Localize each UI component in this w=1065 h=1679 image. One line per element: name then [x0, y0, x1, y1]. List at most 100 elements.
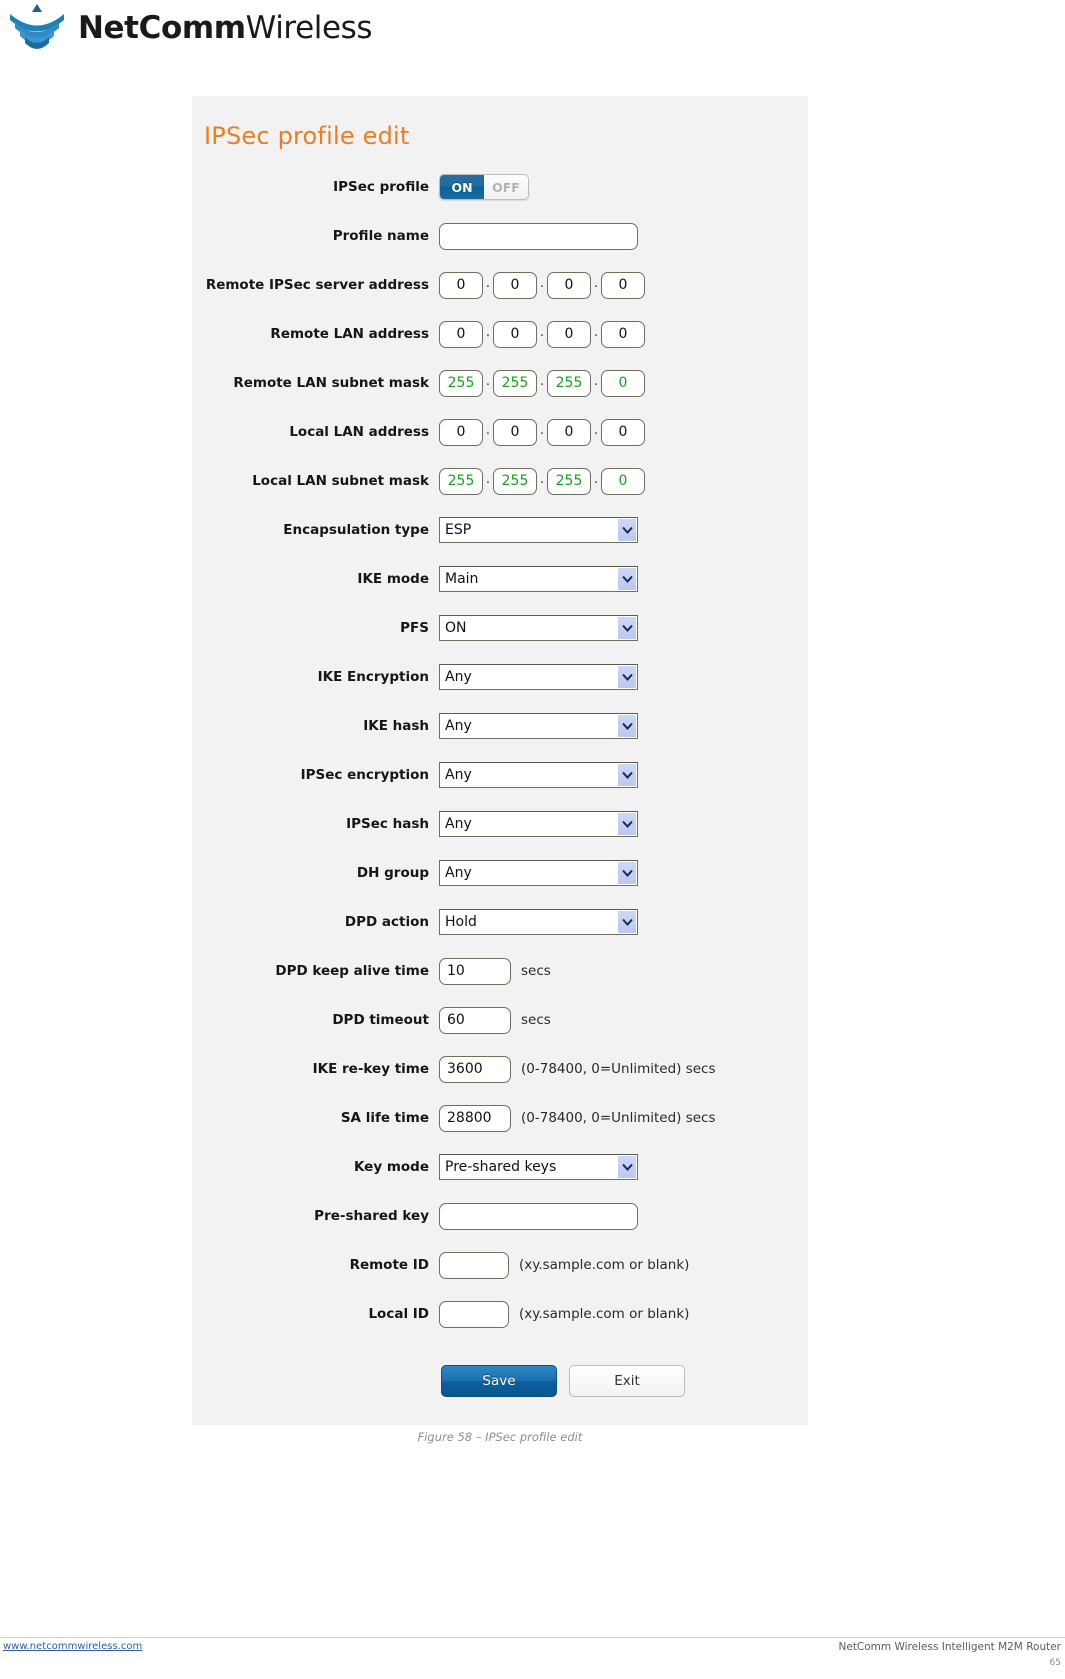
chevron-down-icon[interactable] [618, 911, 636, 933]
figure-caption: Figure 58 – IPSec profile edit [417, 1430, 583, 1444]
row-ipsec-encryption: IPSec encryption Any [192, 760, 808, 790]
octet-input[interactable]: 0 [547, 320, 591, 348]
octet-input[interactable]: 0 [493, 418, 537, 446]
octet-input[interactable]: 255 [493, 369, 537, 397]
octet-separator: . [539, 325, 545, 340]
octet-separator: . [593, 276, 599, 291]
field-dpd-timeout: secs [439, 1006, 551, 1034]
label-local-id: Local ID [368, 1305, 429, 1322]
form-actions: Save Exit [192, 1365, 808, 1397]
ike-hash-select[interactable]: Any [439, 713, 638, 739]
label-sa-life-time: SA life time [340, 1109, 429, 1126]
ipsec-encryption-select[interactable]: Any [439, 762, 638, 788]
key-mode-select[interactable]: Pre-shared keys [439, 1154, 638, 1180]
label-remote-lan-subnet-mask: Remote LAN subnet mask [233, 374, 429, 391]
field-ipsec-profile: ON OFF [439, 174, 529, 200]
octet-input[interactable]: 0 [601, 271, 645, 299]
row-remote-ipsec-server-address: Remote IPSec server address 0 . 0 . 0 . … [192, 270, 808, 300]
footer-divider [0, 1637, 1065, 1638]
octet-separator: . [539, 374, 545, 389]
octet-input[interactable]: 255 [439, 369, 483, 397]
octet-separator: . [485, 276, 491, 291]
chevron-down-icon[interactable] [618, 519, 636, 541]
octet-input[interactable]: 0 [547, 271, 591, 299]
octet-input[interactable]: 255 [439, 467, 483, 495]
octet-input[interactable]: 0 [439, 320, 483, 348]
row-ike-encryption: IKE Encryption Any [192, 662, 808, 692]
toggle-off-segment[interactable]: OFF [484, 175, 528, 199]
field-dpd-action: Hold [439, 909, 638, 935]
exit-button[interactable]: Exit [569, 1365, 685, 1397]
field-remote-lan-subnet-mask: 255 . 255 . 255 . 0 [439, 369, 645, 397]
sa-life-time-input[interactable] [439, 1104, 511, 1132]
ipsec-profile-toggle[interactable]: ON OFF [439, 174, 529, 200]
save-button[interactable]: Save [441, 1365, 557, 1397]
chevron-down-icon[interactable] [618, 666, 636, 688]
dpd-keep-alive-time-input[interactable] [439, 957, 511, 985]
field-local-lan-subnet-mask: 255 . 255 . 255 . 0 [439, 467, 645, 495]
octet-input[interactable]: 255 [547, 467, 591, 495]
dpd-timeout-input[interactable] [439, 1006, 511, 1034]
local-id-suffix: (xy.sample.com or blank) [519, 1306, 690, 1322]
field-pfs: ON [439, 615, 638, 641]
chevron-down-icon[interactable] [618, 813, 636, 835]
octet-input[interactable]: 0 [493, 320, 537, 348]
row-ipsec-hash: IPSec hash Any [192, 809, 808, 839]
label-dpd-action: DPD action [344, 913, 429, 930]
remote-lan-address-octets: 0 . 0 . 0 . 0 [439, 320, 645, 348]
octet-input[interactable]: 255 [493, 467, 537, 495]
ike-mode-select[interactable]: Main [439, 566, 638, 592]
dpd-action-select[interactable]: Hold [439, 909, 638, 935]
label-ike-rekey-time: IKE re-key time [312, 1060, 429, 1077]
ike-rekey-time-input[interactable] [439, 1055, 511, 1083]
pre-shared-key-input[interactable] [439, 1202, 638, 1230]
label-dh-group: DH group [356, 864, 429, 881]
ike-encryption-select[interactable]: Any [439, 664, 638, 690]
label-key-mode: Key mode [353, 1158, 429, 1175]
octet-input[interactable]: 0 [601, 418, 645, 446]
chevron-down-icon[interactable] [618, 715, 636, 737]
remote-lan-subnet-mask-octets: 255 . 255 . 255 . 0 [439, 369, 645, 397]
select-value: Hold [445, 914, 477, 930]
row-pre-shared-key: Pre-shared key [192, 1201, 808, 1231]
octet-input[interactable]: 0 [601, 467, 645, 495]
octet-input[interactable]: 255 [547, 369, 591, 397]
profile-name-input[interactable] [439, 222, 638, 250]
chevron-down-icon[interactable] [618, 764, 636, 786]
chevron-down-icon[interactable] [618, 1156, 636, 1178]
row-key-mode: Key mode Pre-shared keys [192, 1152, 808, 1182]
octet-separator: . [485, 374, 491, 389]
local-id-input[interactable] [439, 1300, 509, 1328]
dh-group-select[interactable]: Any [439, 860, 638, 886]
octet-separator: . [485, 472, 491, 487]
row-profile-name: Profile name [192, 221, 808, 251]
brand-name: NetCommWireless [78, 10, 373, 46]
page-header: NetCommWireless [0, 0, 1065, 62]
field-key-mode: Pre-shared keys [439, 1154, 638, 1180]
octet-input[interactable]: 0 [601, 320, 645, 348]
encapsulation-type-select[interactable]: ESP [439, 517, 638, 543]
pfs-select[interactable]: ON [439, 615, 638, 641]
row-ike-mode: IKE mode Main [192, 564, 808, 594]
ipsec-hash-select[interactable]: Any [439, 811, 638, 837]
chevron-down-icon[interactable] [618, 862, 636, 884]
chevron-down-icon[interactable] [618, 568, 636, 590]
octet-input[interactable]: 0 [439, 418, 483, 446]
row-ike-hash: IKE hash Any [192, 711, 808, 741]
row-dpd-timeout: DPD timeout secs [192, 1005, 808, 1035]
label-local-lan-subnet-mask: Local LAN subnet mask [252, 472, 429, 489]
row-dpd-keep-alive-time: DPD keep alive time secs [192, 956, 808, 986]
octet-input[interactable]: 0 [547, 418, 591, 446]
octet-input[interactable]: 0 [493, 271, 537, 299]
toggle-on-segment[interactable]: ON [440, 175, 484, 199]
field-dpd-keep-alive-time: secs [439, 957, 551, 985]
footer-website-link[interactable]: www.netcommwireless.com [3, 1641, 142, 1652]
octet-separator: . [485, 325, 491, 340]
label-dpd-keep-alive-time: DPD keep alive time [275, 962, 429, 979]
chevron-down-icon[interactable] [618, 617, 636, 639]
remote-id-input[interactable] [439, 1251, 509, 1279]
octet-input[interactable]: 0 [601, 369, 645, 397]
field-ike-mode: Main [439, 566, 638, 592]
field-local-id: (xy.sample.com or blank) [439, 1300, 690, 1328]
octet-input[interactable]: 0 [439, 271, 483, 299]
